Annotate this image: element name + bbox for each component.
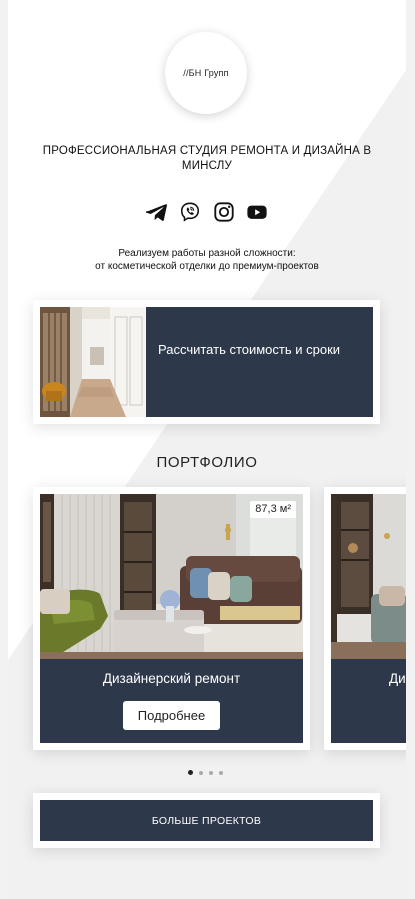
tagline-line-1: Реализуем работы разной сложности: <box>118 248 296 259</box>
telegram-icon[interactable] <box>146 201 168 223</box>
instagram-icon[interactable] <box>213 201 235 223</box>
social-links <box>146 200 268 224</box>
page-frame: //БН Групп ПРОФЕССИОНАЛЬНАЯ СТУДИЯ РЕМОН… <box>8 0 406 899</box>
background-diagonal <box>8 70 406 899</box>
calculate-cost-banner[interactable]: Рассчитать стоимость и сроки <box>40 307 373 417</box>
portfolio-card-title: Дизайнерский ремонт <box>102 671 241 686</box>
portfolio-title: ПОРТФОЛИО <box>156 454 258 471</box>
tagline-line-2: от косметической отделки до премиум-прое… <box>95 261 319 272</box>
youtube-icon[interactable] <box>246 201 268 223</box>
more-projects-button[interactable]: БОЛЬШЕ ПРОЕКТОВ <box>40 800 373 841</box>
portfolio-card[interactable]: 87,3 м² Дизайнерский ремонт Подробнее <box>33 487 310 750</box>
carousel-dot-4[interactable] <box>219 770 223 775</box>
living-room-image <box>40 494 303 659</box>
logo[interactable]: //БН Групп <box>165 32 247 114</box>
portfolio-card-next[interactable]: Ди <box>324 487 406 750</box>
more-projects-card: БОЛЬШЕ ПРОЕКТОВ <box>33 793 380 848</box>
page-headline: ПРОФЕССИОНАЛЬНАЯ СТУДИЯ РЕМОНТА И ДИЗАЙН… <box>42 145 372 172</box>
carousel-dot-3[interactable] <box>209 770 213 775</box>
carousel-dot-2[interactable] <box>199 770 203 775</box>
logo-text: //БН Групп <box>183 68 229 78</box>
carousel-pagination <box>188 770 223 775</box>
calculate-cost-card[interactable]: Рассчитать стоимость и сроки <box>33 300 380 424</box>
details-button[interactable]: Подробнее <box>123 701 220 730</box>
calculate-cost-label: Рассчитать стоимость и сроки <box>158 342 341 357</box>
living-room-image-next <box>331 494 406 659</box>
viber-icon[interactable] <box>179 201 201 223</box>
area-badge: 87,3 м² <box>250 501 296 518</box>
interior-hallway-image <box>40 307 146 417</box>
portfolio-card-title-next: Ди <box>389 671 406 686</box>
portfolio-card-footer-next: Ди <box>331 659 406 743</box>
portfolio-photo: 87,3 м² <box>40 494 303 659</box>
carousel-dot-1[interactable] <box>188 770 193 775</box>
portfolio-photo-next <box>331 494 406 659</box>
portfolio-card-footer: Дизайнерский ремонт Подробнее <box>40 659 303 743</box>
tagline: Реализуем работы разной сложности: от ко… <box>28 247 386 273</box>
